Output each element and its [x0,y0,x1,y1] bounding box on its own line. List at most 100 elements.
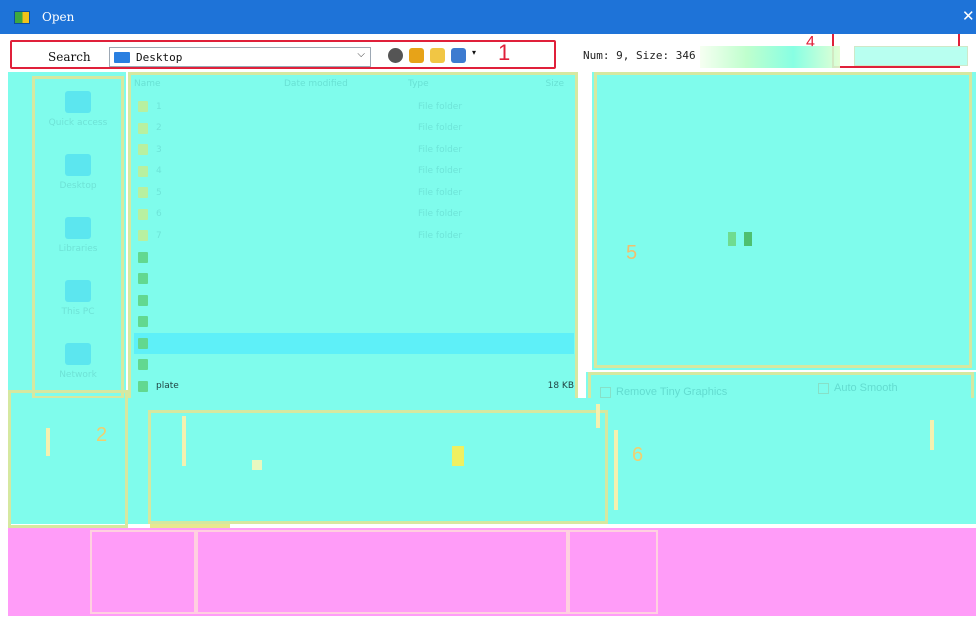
place-this-pc[interactable]: This PC [34,267,122,330]
new-folder-icon[interactable] [430,48,445,63]
file-row[interactable]: 4 File folder [134,161,574,183]
computer-icon [65,280,91,302]
network-icon [65,343,91,365]
checkbox-icon [818,382,829,394]
file-row[interactable] [134,354,574,376]
divider-mark [596,404,600,428]
callout-number-6: 6 [632,444,644,466]
file-row[interactable] [134,290,574,312]
close-icon[interactable]: ✕ [962,7,976,25]
place-quick-access[interactable]: Quick access [34,78,122,141]
image-icon [138,337,148,349]
folder-icon [138,144,148,156]
file-row[interactable]: 5 File folder [134,182,574,204]
image-icon [138,251,148,263]
app-icon [14,10,30,24]
file-row[interactable] [134,247,574,269]
file-list: 1 File folder 2 File folder 3 File folder 4 Fil… [134,96,574,440]
file-name: 7 [156,230,162,241]
status-text: Num: 9, Size: 346 [583,49,696,62]
file-row[interactable]: plate 18 KB [134,376,574,398]
image-icon [138,359,148,371]
file-type: File folder [418,187,463,198]
bottom-border-right [568,530,658,614]
file-name: 2 [156,123,162,134]
place-libraries[interactable]: Libraries [34,204,122,267]
star-icon [65,91,91,113]
filter-input[interactable] [854,46,968,66]
file-type: File folder [418,230,463,241]
view-dropdown-icon[interactable]: ▾ [472,48,478,63]
file-name: 4 [156,166,162,177]
title-bar: Open ✕ [0,0,976,34]
folder-icon [138,101,148,113]
slider-handle[interactable] [452,446,464,466]
file-row[interactable]: 2 File folder [134,118,574,140]
bottom-border-left [90,530,196,614]
search-label: Search [48,50,91,64]
callout-number-1: 1 [498,40,511,65]
window-title: Open [42,10,75,24]
image-icon [138,294,148,306]
view-menu-icon[interactable] [451,48,466,63]
file-name: 3 [156,144,162,155]
preview-image [728,232,768,246]
file-row[interactable] [134,268,574,290]
file-row[interactable]: 7 File folder [134,225,574,247]
file-name: plate [156,381,179,392]
place-label: This PC [61,307,95,317]
file-type: File folder [418,101,463,112]
column-header-size[interactable]: Size [504,79,564,89]
file-row[interactable]: 3 File folder [134,139,574,161]
checkbox-icon [600,386,611,398]
up-folder-icon[interactable] [409,48,424,63]
remove-tiny-label: Remove Tiny Graphics [616,386,728,398]
preview-border [594,72,972,368]
folder-icon [138,187,148,199]
folder-icon [138,208,148,220]
toolbar-icons: ▾ [388,48,478,63]
places-list: Quick access Desktop Libraries This PC N… [34,78,122,393]
divider-mark [46,428,50,456]
file-row[interactable]: 1 File folder [134,96,574,118]
column-header-date[interactable]: Date modified [284,79,408,89]
desktop-folder-icon [114,51,130,63]
file-name: 6 [156,209,162,220]
file-size: 18 KB [547,381,574,392]
column-header-type[interactable]: Type [408,79,504,89]
image-icon [138,316,148,328]
chevron-down-icon[interactable]: ⌵ [357,49,365,60]
desktop-icon [65,154,91,176]
location-dropdown[interactable]: Desktop ⌵ [109,47,371,67]
callout-number-5: 5 [626,242,638,264]
file-row[interactable] [134,332,574,354]
column-header-name[interactable]: Name [134,79,284,89]
file-type: File folder [418,144,463,155]
file-name: 1 [156,101,162,112]
slider-handle[interactable] [252,460,262,470]
place-label: Desktop [59,181,97,191]
library-icon [65,217,91,239]
file-row[interactable]: 6 File folder [134,204,574,226]
file-type: File folder [418,166,463,177]
image-icon [138,380,148,392]
file-type: File folder [418,209,463,220]
divider-mark [930,420,934,450]
auto-smooth-checkbox[interactable]: Auto Smooth [818,382,898,394]
place-network[interactable]: Network [34,330,122,393]
status-overlay [700,46,840,68]
place-label: Libraries [58,244,98,254]
callout-number-2: 2 [96,424,108,446]
file-list-header: Name Date modified Type Size [134,79,574,89]
place-label: Network [59,370,97,380]
remove-tiny-checkbox[interactable]: Remove Tiny Graphics [600,386,727,398]
folder-icon [138,230,148,242]
back-icon[interactable] [388,48,403,63]
file-type: File folder [418,123,463,134]
band-border-middle [148,410,608,524]
image-icon [138,273,148,285]
place-desktop[interactable]: Desktop [34,141,122,204]
file-row[interactable] [134,311,574,333]
place-label: Quick access [48,118,108,128]
folder-icon [138,122,148,134]
